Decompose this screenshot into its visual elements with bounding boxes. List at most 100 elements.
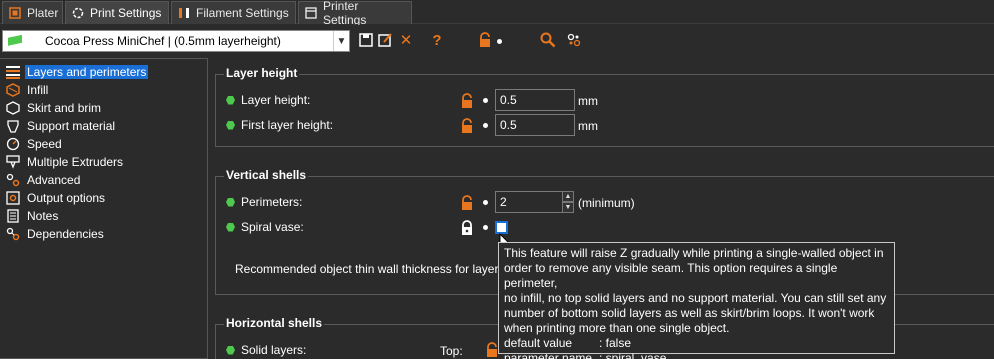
- tooltip-line: order to remove any visible seam. This o…: [504, 261, 838, 290]
- simple-mode-dot-icon: [226, 345, 235, 355]
- preset-flag-icon: [7, 34, 25, 47]
- group-title: Horizontal shells: [224, 316, 325, 330]
- sidebar-item-label: Multiple Extruders: [27, 155, 124, 169]
- delete-preset-icon[interactable]: ✕: [396, 30, 416, 50]
- system-value-bullet-icon[interactable]: [483, 200, 488, 205]
- sidebar-item-label: Dependencies: [27, 227, 104, 241]
- group-title: Layer height: [224, 66, 300, 80]
- bullet-toggle-icon[interactable]: [497, 39, 502, 44]
- system-value-bullet-icon[interactable]: [483, 98, 488, 103]
- print-settings-icon: [72, 7, 84, 19]
- help-button[interactable]: ?: [427, 30, 447, 50]
- simple-mode-dot-icon: [226, 120, 235, 130]
- tooltip-line: This feature will raise Z gradually whil…: [504, 246, 884, 260]
- perimeters-unit: (minimum): [578, 196, 635, 210]
- output-icon: [6, 191, 20, 205]
- search-icon[interactable]: [538, 30, 558, 50]
- first-layer-height-input[interactable]: 0.5: [495, 114, 575, 136]
- tooltip-line: when printing more than one single objec…: [504, 321, 730, 335]
- sidebar-item-speed[interactable]: Speed: [0, 135, 64, 153]
- sidebar-item-skirt-and-brim[interactable]: Skirt and brim: [0, 99, 103, 117]
- first-layer-height-row: First layer height:: [226, 114, 333, 136]
- solid-layers-row: Solid layers:: [226, 339, 306, 359]
- spiral-vase-row: Spiral vase:: [226, 216, 304, 238]
- sidebar-item-infill[interactable]: Infill: [0, 81, 50, 99]
- system-value-bullet-icon[interactable]: [483, 225, 488, 230]
- speed-icon: [6, 137, 20, 151]
- chevron-down-icon[interactable]: ▼: [562, 202, 574, 213]
- perimeters-stepper[interactable]: ▲ ▼: [562, 191, 574, 213]
- chevron-down-icon[interactable]: ▼: [333, 31, 349, 51]
- save-preset-icon[interactable]: [356, 30, 376, 50]
- lock-closed-icon[interactable]: [460, 220, 474, 236]
- first-layer-height-label: First layer height:: [241, 118, 334, 132]
- layer-height-group: Layer height: [215, 66, 994, 147]
- extruders-icon: [6, 155, 20, 169]
- sidebar-item-label: Speed: [27, 137, 62, 151]
- tab-label: Filament Settings: [196, 6, 289, 20]
- sidebar-item-label: Skirt and brim: [27, 101, 102, 115]
- sidebar-item-advanced[interactable]: Advanced: [0, 171, 82, 189]
- tooltip-line: no infill, no top solid layers and no su…: [504, 291, 887, 305]
- sidebar: Layers and perimeters Infill Skirt and b…: [0, 58, 208, 359]
- sidebar-item-label: Layers and perimeters: [25, 65, 149, 79]
- perimeters-row: Perimeters:: [226, 191, 302, 213]
- rename-preset-icon[interactable]: [375, 30, 395, 50]
- compare-presets-icon[interactable]: [564, 30, 584, 50]
- sidebar-item-label: Infill: [27, 83, 49, 97]
- chevron-up-icon[interactable]: ▲: [562, 191, 574, 202]
- sidebar-item-dependencies[interactable]: Dependencies: [0, 225, 106, 243]
- layer-height-input[interactable]: 0.5: [495, 89, 575, 111]
- tooltip-parameter-name: parameter name: spiral_vase: [504, 351, 667, 359]
- sidebar-item-support-material[interactable]: Support material: [0, 117, 117, 135]
- layer-height-label: Layer height:: [241, 93, 311, 107]
- lock-toggle-icon[interactable]: [475, 30, 495, 50]
- unit-label: mm: [578, 94, 598, 108]
- tab-printer-settings[interactable]: Printer Settings: [298, 0, 412, 27]
- sidebar-item-label: Support material: [27, 119, 116, 133]
- simple-mode-dot-icon: [226, 197, 235, 207]
- sidebar-item-label: Output options: [27, 191, 106, 205]
- top-label: Top:: [440, 344, 463, 358]
- tooltip-line: number of bottom solid layers as well as…: [504, 306, 875, 320]
- tab-print-settings[interactable]: Print Settings: [65, 1, 169, 24]
- filament-icon: [178, 7, 190, 19]
- tab-label: Print Settings: [90, 6, 162, 20]
- tab-label: Printer Settings: [323, 0, 367, 27]
- layer-height-row: Layer height:: [226, 89, 310, 111]
- plater-icon: [9, 7, 21, 19]
- printer-icon: [305, 7, 317, 19]
- spiral-vase-tooltip: This feature will raise Z gradually whil…: [498, 242, 895, 359]
- tab-plater[interactable]: Plater: [2, 1, 63, 24]
- sidebar-item-output-options[interactable]: Output options: [0, 189, 107, 207]
- lock-icon[interactable]: [460, 118, 474, 134]
- perimeters-input[interactable]: 2: [495, 191, 563, 213]
- lock-icon[interactable]: [485, 342, 499, 358]
- sidebar-item-notes[interactable]: Notes: [0, 207, 60, 225]
- support-icon: [6, 119, 20, 133]
- tab-label: Plater: [27, 6, 59, 20]
- lock-icon[interactable]: [460, 195, 474, 211]
- tooltip-default-value: default value: false: [504, 336, 632, 350]
- sidebar-item-label: Advanced: [27, 173, 81, 187]
- simple-mode-dot-icon: [226, 222, 235, 232]
- spiral-vase-label: Spiral vase:: [241, 220, 304, 234]
- group-title: Vertical shells: [224, 168, 309, 182]
- unit-label: mm: [578, 119, 598, 133]
- tab-filament-settings[interactable]: Filament Settings: [171, 1, 296, 24]
- preset-combobox[interactable]: Cocoa Press MiniChef | (0.5mm layerheigh…: [2, 30, 350, 52]
- preset-value: Cocoa Press MiniChef | (0.5mm layerheigh…: [45, 34, 281, 48]
- lock-icon[interactable]: [460, 93, 474, 109]
- dependencies-icon: [6, 227, 20, 241]
- notes-icon: [6, 209, 20, 223]
- sidebar-item-multiple-extruders[interactable]: Multiple Extruders: [0, 153, 125, 171]
- advanced-icon: [6, 173, 20, 187]
- system-value-bullet-icon[interactable]: [483, 123, 488, 128]
- layers-icon: [6, 65, 20, 79]
- recommended-thickness-text: Recommended object thin wall thickness f…: [235, 262, 499, 276]
- infill-icon: [6, 83, 20, 97]
- sidebar-item-layers-and-perimeters[interactable]: Layers and perimeters: [0, 63, 149, 81]
- solid-layers-label: Solid layers:: [241, 343, 307, 357]
- sidebar-item-label: Notes: [27, 209, 59, 223]
- tab-bar: Plater Print Settings Filament Settings …: [0, 0, 994, 27]
